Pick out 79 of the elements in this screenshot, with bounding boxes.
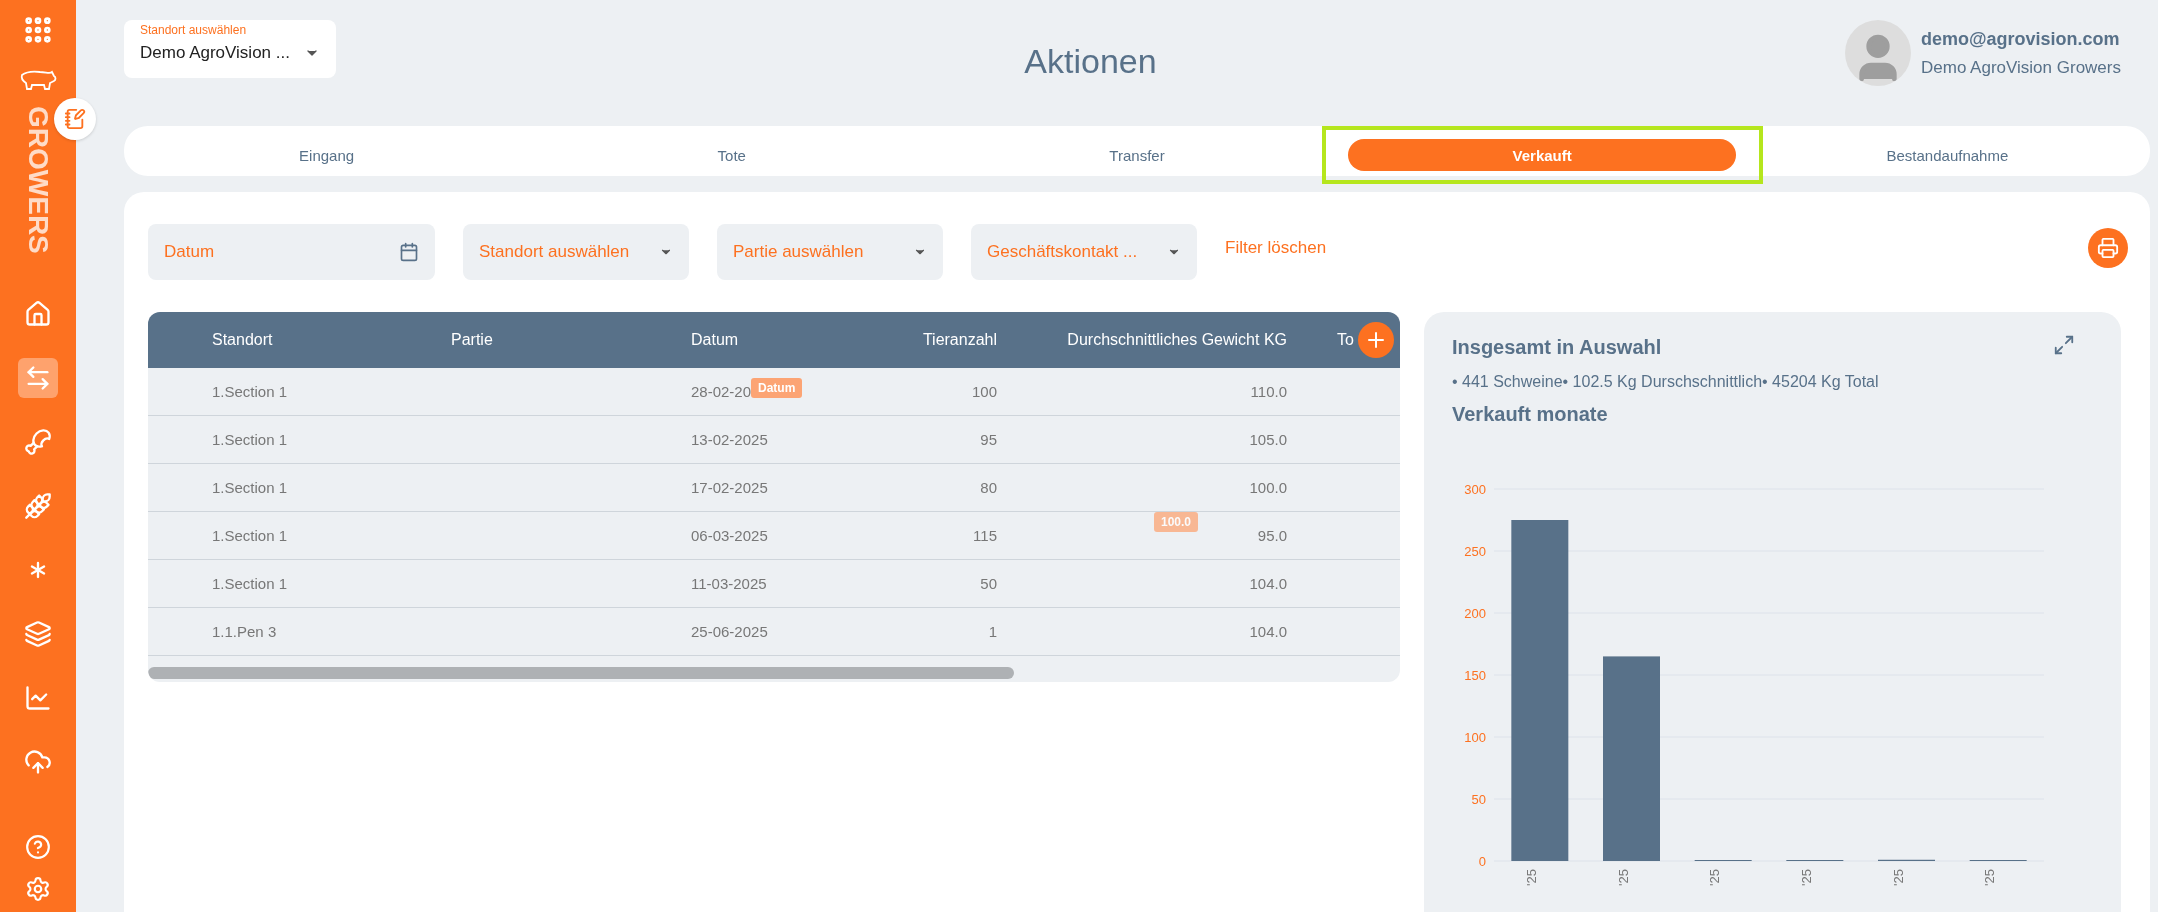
table-cell: 25-06-2025 <box>691 623 768 640</box>
column-header[interactable]: Standort <box>212 331 451 349</box>
column-header[interactable]: Partie <box>451 331 691 349</box>
print-button[interactable] <box>2088 228 2128 268</box>
axis-category-label: '25 <box>1798 869 1814 886</box>
table-cell: 13-02-2025 <box>691 431 768 448</box>
tooltip: Datum <box>751 378 803 398</box>
axis-tick-label: 50 <box>1471 792 1486 807</box>
help-icon[interactable] <box>25 834 51 860</box>
table-cell: 50 <box>980 575 997 592</box>
chart-title: Verkauft monate <box>1452 403 1609 426</box>
tab[interactable]: Eingang <box>293 139 361 171</box>
column-header[interactable]: Tieranzahl <box>876 331 997 349</box>
column-header[interactable]: Datum <box>691 331 876 349</box>
axis-category-label: '25 <box>1707 869 1723 886</box>
column-header[interactable]: To <box>1287 331 1400 349</box>
tooltip: 100.0 <box>1154 512 1199 532</box>
expand-icon <box>2053 334 2075 356</box>
notebook-pen-icon <box>64 108 86 130</box>
table-cell: 104.0 <box>1249 575 1287 592</box>
axis-tick-label: 0 <box>1478 854 1486 869</box>
panel-title: Insgesamt in Auswahl <box>1452 336 1662 359</box>
tab[interactable]: Verkauft <box>1348 139 1737 171</box>
summary-stats: • 441 Schweine• 102.5 Kg Durschschnittlich• 45204 Kg Total <box>1452 373 1880 391</box>
axis-category-label: '25 <box>1982 869 1998 886</box>
column-header[interactable]: Durchschnittliches Gewicht KG <box>997 331 1287 349</box>
table-cell: 1 <box>988 623 997 640</box>
axis-tick-label: 250 <box>1464 544 1486 559</box>
expand-button[interactable] <box>2053 334 2075 356</box>
user-company: Demo AgroVision Growers <box>1921 57 2121 78</box>
table-cell: 06-03-2025 <box>691 527 768 544</box>
apps-grid-icon[interactable] <box>22 14 54 46</box>
select-label: Standort auswählen <box>140 23 248 37</box>
tab[interactable]: Tote <box>711 139 752 171</box>
axis-tick-label: 200 <box>1464 606 1486 621</box>
location-select[interactable]: Standort auswählen Demo AgroVision ... <box>124 20 336 78</box>
scrollbar-thumb[interactable] <box>148 667 1014 679</box>
table-cell: 1.Section 1 <box>212 479 288 496</box>
table-cell: 17-02-2025 <box>691 479 768 496</box>
tab[interactable]: Transfer <box>1103 139 1171 171</box>
clear-filters-link[interactable]: Filter löschen <box>1225 238 1327 258</box>
axis-category-label: '25 <box>1523 869 1539 886</box>
table-cell: 1.Section 1 <box>212 383 288 400</box>
table-cell: 115 <box>973 527 997 544</box>
table-cell: 105.0 <box>1249 431 1287 448</box>
cloud-upload-icon <box>24 747 52 776</box>
tab[interactable]: Bestandaufnahme <box>1880 139 2015 171</box>
sidebar-item[interactable] <box>18 357 58 398</box>
table-cell: 110.0 <box>1250 383 1287 400</box>
axis-tick-label: 150 <box>1464 668 1486 683</box>
table-cell: 1.Section 1 <box>212 575 288 592</box>
table-cell: 95.0 <box>1257 527 1287 544</box>
notes-button[interactable] <box>54 98 96 140</box>
table-cell: 104.0 <box>1249 623 1287 640</box>
settings-icon[interactable] <box>25 876 51 902</box>
axis-category-label: '25 <box>1615 869 1631 886</box>
table-cell: 1.Section 1 <box>212 527 288 544</box>
drumstick-icon <box>24 427 52 456</box>
brand-name: GROWERS <box>22 106 54 254</box>
table-cell: 11-03-2025 <box>691 575 767 592</box>
user-email: demo@agrovision.com <box>1921 28 2121 50</box>
axis-tick-label: 100 <box>1464 730 1486 745</box>
table-cell: 95 <box>980 431 997 448</box>
layers-icon <box>24 619 52 648</box>
select-value: Demo AgroVision ... <box>140 43 290 63</box>
table-cell: 1.1.Pen 3 <box>212 623 277 640</box>
table-cell: 1.Section 1 <box>212 431 288 448</box>
printer-icon <box>2097 237 2119 259</box>
calendar-icon <box>399 242 419 262</box>
axis-tick-label: 300 <box>1464 482 1486 497</box>
home-icon <box>24 299 52 328</box>
table-cell: 80 <box>980 479 997 496</box>
chart-icon <box>24 683 52 712</box>
wheat-icon <box>24 491 52 520</box>
page-title: Aktionen <box>1024 42 1157 81</box>
table-cell: 28-02-20 <box>691 383 752 400</box>
table-cell: 100 <box>971 383 997 400</box>
axis-category-label: '25 <box>1890 869 1906 886</box>
table-cell: 100.0 <box>1249 479 1287 496</box>
